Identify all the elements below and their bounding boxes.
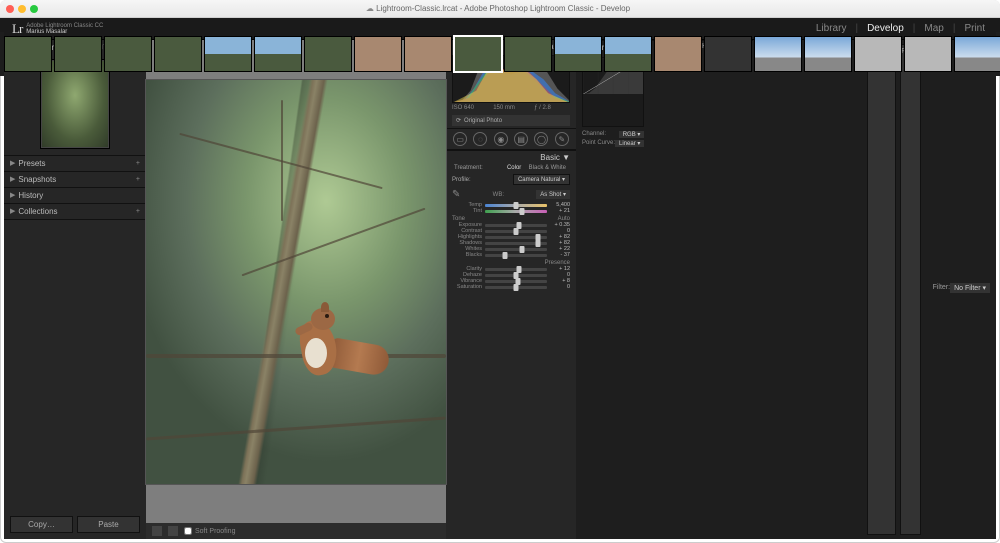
canvas-area: Soft Proofing bbox=[146, 40, 446, 539]
presets-header[interactable]: ▶Presets+ bbox=[4, 156, 146, 171]
filmstrip-thumb[interactable] bbox=[854, 36, 902, 72]
close-icon[interactable] bbox=[6, 5, 14, 13]
paste-button[interactable]: Paste bbox=[77, 516, 140, 533]
history-header[interactable]: ▶History bbox=[4, 188, 146, 203]
right-panel: Histogram▼ ISO 640150 mmƒ / 2.8 ⟳ Origin… bbox=[446, 40, 576, 539]
treatment-row: Treatment: Color Black & White bbox=[446, 164, 576, 172]
filmstrip-thumb[interactable] bbox=[204, 36, 252, 72]
traffic-lights[interactable] bbox=[6, 5, 38, 13]
zoom-icon[interactable] bbox=[30, 5, 38, 13]
module-develop[interactable]: Develop bbox=[864, 23, 907, 34]
minimize-icon[interactable] bbox=[18, 5, 26, 13]
filmstrip-thumb[interactable] bbox=[704, 36, 752, 72]
temp-slider[interactable] bbox=[485, 204, 547, 207]
pointcurve-select[interactable]: Linear ▾ bbox=[615, 140, 644, 147]
highlights-slider[interactable] bbox=[485, 236, 547, 239]
module-print[interactable]: Print bbox=[961, 23, 988, 34]
develop-toolstrip: ▭ ◌ ◉ ▤ ◯ ✎ bbox=[446, 128, 576, 150]
loupe-view-icon[interactable] bbox=[152, 526, 162, 536]
gradient-tool-icon[interactable]: ▤ bbox=[514, 132, 528, 146]
filmstrip-thumb[interactable] bbox=[54, 36, 102, 72]
dehaze-slider[interactable] bbox=[485, 274, 547, 277]
filmstrip-thumb[interactable] bbox=[804, 36, 852, 72]
soft-proofing-toggle[interactable]: Soft Proofing bbox=[184, 527, 235, 535]
crop-tool-icon[interactable]: ▭ bbox=[453, 132, 467, 146]
filmstrip-thumb[interactable] bbox=[4, 36, 52, 72]
original-photo-toggle[interactable]: ⟳ Original Photo bbox=[452, 115, 570, 126]
exposure-slider[interactable] bbox=[485, 224, 547, 227]
lr-logo: Lr bbox=[12, 21, 22, 37]
vibrance-slider[interactable] bbox=[485, 280, 547, 283]
redeye-tool-icon[interactable]: ◉ bbox=[494, 132, 508, 146]
brand-line1: Adobe Lightroom Classic CC bbox=[26, 23, 103, 29]
treatment-bw[interactable]: Black & White bbox=[527, 165, 568, 171]
left-panel: ▼Navigator FIT FILL 1:1 3:1 ▶Presets+ ▶S… bbox=[4, 40, 146, 539]
contrast-slider[interactable] bbox=[485, 230, 547, 233]
hsl-panel: HSL / Color ▼ Hue Saturation Luminance A… bbox=[650, 40, 752, 539]
spot-tool-icon[interactable]: ◌ bbox=[473, 132, 487, 146]
filmstrip-thumb[interactable] bbox=[304, 36, 352, 72]
collections-header[interactable]: ▶Collections+ bbox=[4, 204, 146, 219]
shadows-slider[interactable] bbox=[485, 242, 547, 245]
blacks-slider[interactable] bbox=[485, 254, 547, 257]
wb-select[interactable]: As Shot ▾ bbox=[536, 190, 570, 199]
snapshots-header[interactable]: ▶Snapshots+ bbox=[4, 172, 146, 187]
filmstrip-filter[interactable]: No Filter ▾ bbox=[950, 283, 990, 293]
filmstrip[interactable] bbox=[0, 32, 1000, 76]
saturation-slider[interactable] bbox=[485, 286, 547, 289]
filmstrip-thumb[interactable] bbox=[904, 36, 952, 72]
squirrel-subject bbox=[281, 290, 371, 400]
lightroom-app: Lr Adobe Lightroom Classic CC Marius Mas… bbox=[4, 18, 996, 539]
main-photo[interactable] bbox=[146, 80, 446, 484]
brand-block: Lr Adobe Lightroom Classic CC Marius Mas… bbox=[12, 21, 103, 37]
filmstrip-thumb[interactable] bbox=[604, 36, 652, 72]
wb-eyedropper-icon[interactable]: ✎ bbox=[452, 189, 460, 200]
clarity-slider[interactable] bbox=[485, 268, 547, 271]
module-map[interactable]: Map bbox=[921, 23, 946, 34]
filmstrip-thumb[interactable] bbox=[104, 36, 152, 72]
radial-tool-icon[interactable]: ◯ bbox=[534, 132, 548, 146]
tonecurve-panel: Tone Curve ▼ Channel:RGB ▾ Point Curve:L… bbox=[576, 40, 650, 539]
treatment-color[interactable]: Color bbox=[505, 165, 523, 171]
filmstrip-thumb-selected[interactable] bbox=[454, 36, 502, 72]
filmstrip-thumb[interactable] bbox=[554, 36, 602, 72]
previous-button[interactable]: Previous bbox=[867, 44, 896, 535]
filmstrip-thumb[interactable] bbox=[954, 36, 1000, 72]
whites-slider[interactable] bbox=[485, 248, 547, 251]
brand-line2: Marius Masalar bbox=[26, 29, 103, 35]
filmstrip-thumb[interactable] bbox=[354, 36, 402, 72]
channel-select[interactable]: RGB ▾ bbox=[619, 131, 645, 138]
brush-tool-icon[interactable]: ✎ bbox=[555, 132, 569, 146]
filmstrip-thumb[interactable] bbox=[154, 36, 202, 72]
photo-metadata: ISO 640150 mmƒ / 2.8 bbox=[446, 103, 576, 113]
tint-slider[interactable] bbox=[485, 210, 547, 213]
window-title: Lightroom-Classic.lrcat - Adobe Photosho… bbox=[38, 4, 958, 13]
filmstrip-thumb[interactable] bbox=[254, 36, 302, 72]
reset-button[interactable]: Reset bbox=[900, 44, 920, 535]
basic-panel: Basic ▼ Treatment: Color Black & White P… bbox=[446, 150, 576, 266]
macos-titlebar: Lightroom-Classic.lrcat - Adobe Photosho… bbox=[0, 0, 1000, 18]
filmstrip-thumb[interactable] bbox=[654, 36, 702, 72]
before-after-icon[interactable] bbox=[168, 526, 178, 536]
module-switcher: Library| Develop| Map| Print bbox=[813, 23, 988, 34]
canvas-toolbar: Soft Proofing bbox=[146, 523, 446, 539]
filmstrip-thumb[interactable] bbox=[404, 36, 452, 72]
module-library[interactable]: Library bbox=[813, 23, 850, 34]
profile-select[interactable]: Camera Natural ▾ bbox=[513, 174, 570, 185]
filmstrip-thumb[interactable] bbox=[504, 36, 552, 72]
filmstrip-thumb[interactable] bbox=[754, 36, 802, 72]
copy-button[interactable]: Copy… bbox=[10, 516, 73, 533]
